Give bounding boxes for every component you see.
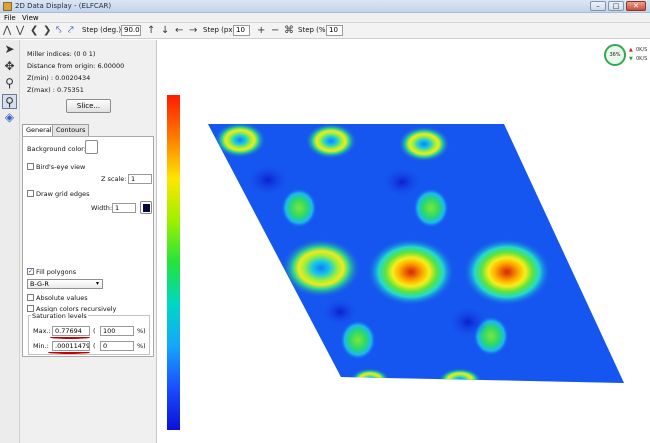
minimize-button[interactable]: –	[590, 1, 606, 11]
saturation-title: Saturation levels	[31, 312, 88, 320]
select-arrow-icon[interactable]: ➤	[2, 42, 17, 57]
assign-colors-checkbox[interactable]	[27, 305, 34, 312]
fill-polygons-label: Fill polygons	[36, 268, 77, 276]
pan-up-icon[interactable]: ↑	[147, 24, 155, 37]
miller-indices: Miller indices: (0 0 1)	[27, 50, 96, 58]
max-paren: (	[93, 327, 96, 335]
distance-from-origin: Distance from origin: 6.00000	[27, 62, 125, 70]
chevron-down-icon: ▾	[95, 280, 99, 287]
draw-grid-checkbox[interactable]	[27, 190, 34, 197]
network-indicator: 36% ▲ 0K/S ▼ 0K/S	[604, 44, 650, 68]
absolute-values-label: Absolute values	[36, 294, 88, 302]
pan-left-icon[interactable]: ←	[175, 24, 183, 37]
zoom-region-icon[interactable]: ⚲	[2, 94, 17, 109]
min-percent-suffix: %)	[137, 342, 146, 350]
upload-arrow-icon: ▲	[629, 47, 633, 53]
annotation-underline-max	[50, 336, 90, 339]
max-label: Max.:	[33, 327, 51, 335]
min-input[interactable]: .00011479	[52, 341, 90, 351]
tilt-up-icon[interactable]: ⋀	[3, 24, 11, 37]
rotate-left-icon[interactable]: ❮	[30, 24, 38, 37]
step-pct-input[interactable]: 10	[326, 25, 343, 36]
maximize-button[interactable]: □	[608, 1, 624, 11]
zoom-out-icon[interactable]: −	[271, 24, 279, 37]
plot-canvas[interactable]: 36% ▲ 0K/S ▼ 0K/S	[158, 40, 650, 443]
elf-field-pattern	[208, 124, 624, 383]
title-bar: 2D Data Display - (ELFCAR) – □ ✕	[0, 0, 650, 13]
z-min: Z(min) : 0.0020434	[27, 74, 91, 82]
grid-color-button[interactable]	[140, 201, 152, 214]
tab-contours[interactable]: Contours	[52, 124, 90, 136]
tilt-down-icon[interactable]: ⋁	[16, 24, 24, 37]
min-label: Min.:	[33, 342, 49, 350]
tool-column: ➤ ✥ ⚲ ⚲ ◈	[0, 40, 20, 443]
step-px-input[interactable]: 10	[233, 25, 250, 36]
close-button[interactable]: ✕	[626, 1, 646, 11]
rotate-ccw-icon[interactable]: ⤣	[56, 24, 62, 37]
absolute-values-checkbox[interactable]	[27, 294, 34, 301]
elf-slice-plot[interactable]	[158, 40, 650, 443]
max-input[interactable]: 0.77694	[52, 326, 90, 336]
upload-rate: 0K/S	[636, 47, 648, 53]
width-input[interactable]: 1	[112, 203, 136, 213]
draw-grid-label: Draw grid edges	[36, 190, 90, 198]
window-controls: – □ ✕	[590, 1, 646, 11]
colormap-value: B-G-R	[30, 280, 49, 288]
menu-view[interactable]: View	[22, 14, 39, 22]
grid-color-swatch	[143, 204, 150, 212]
saturation-levels-group: Saturation levels Max.: 0.77694 ( 100 %)…	[28, 312, 150, 355]
step-deg-input[interactable]: 90.0	[121, 25, 141, 36]
zoom-in-icon[interactable]: +	[257, 24, 265, 37]
max-percent-suffix: %)	[137, 327, 146, 335]
annotation-underline-min	[48, 351, 90, 354]
zoom-icon[interactable]: ⚲	[2, 76, 17, 91]
menu-file[interactable]: File	[4, 14, 16, 22]
app-icon	[3, 2, 12, 11]
z-max: Z(max) : 0.75351	[27, 86, 84, 94]
step-deg-label: Step (deg.):	[82, 26, 124, 34]
pan-down-icon[interactable]: ↓	[161, 24, 169, 37]
background-color-swatch[interactable]	[85, 140, 98, 154]
menu-bar: File View	[0, 13, 650, 23]
pan-right-icon[interactable]: →	[189, 24, 197, 37]
download-rate: 0K/S	[636, 56, 648, 62]
z-scale-label: Z scale:	[101, 175, 127, 183]
birds-eye-label: Bird's-eye view	[36, 163, 86, 171]
slice-button[interactable]: Slice...	[66, 99, 111, 113]
colormap-select[interactable]: B-G-R ▾	[27, 279, 103, 289]
background-color-label: Background color:	[27, 145, 86, 153]
birds-eye-checkbox[interactable]	[27, 163, 34, 170]
rotate-right-icon[interactable]: ❯	[43, 24, 51, 37]
min-percent-input[interactable]: 0	[100, 341, 134, 351]
slice-plane-icon[interactable]: ◈	[2, 110, 17, 125]
general-tab-panel: Background color: Bird's-eye view Z scal…	[22, 136, 154, 357]
move-icon[interactable]: ✥	[2, 59, 17, 74]
min-paren: (	[93, 342, 96, 350]
fit-view-icon[interactable]: ⌘	[284, 24, 294, 37]
z-scale-input[interactable]: 1	[128, 174, 152, 184]
width-label: Width:	[91, 204, 113, 212]
download-arrow-icon: ▼	[629, 56, 633, 62]
rotate-cw-icon[interactable]: ⤤	[68, 24, 74, 37]
window-title: 2D Data Display - (ELFCAR)	[15, 2, 112, 10]
properties-panel: ➤ ✥ ⚲ ⚲ ◈ Miller indices: (0 0 1) Distan…	[0, 40, 157, 443]
fill-polygons-checkbox[interactable]: ✓	[27, 268, 34, 275]
toolbar: ⋀ ⋁ ❮ ❯ ⤣ ⤤ Step (deg.): 90.0 ↑ ↓ ← → St…	[0, 23, 650, 39]
usage-gauge: 36%	[604, 44, 626, 66]
max-percent-input[interactable]: 100	[100, 326, 134, 336]
